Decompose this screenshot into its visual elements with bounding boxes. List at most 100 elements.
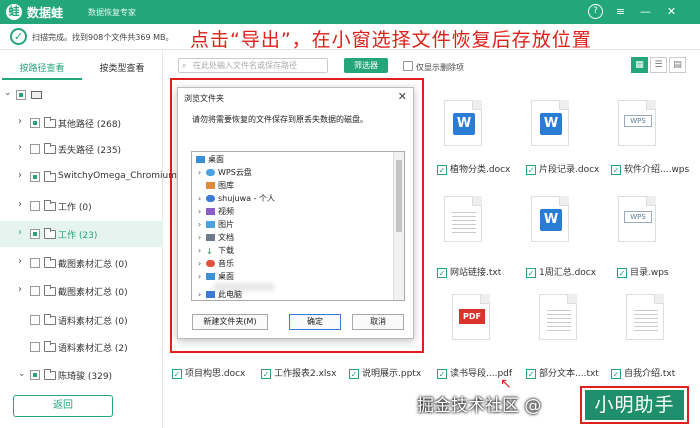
file-item[interactable]: ✓ 片段记录.docx (526, 162, 599, 175)
file-checkbox[interactable]: ✓ (437, 369, 447, 379)
item-checkbox[interactable] (30, 172, 40, 182)
close-icon[interactable]: ✕ (664, 4, 679, 19)
file-thumbnail[interactable]: W (531, 100, 569, 146)
chevron-right-icon[interactable]: › (18, 199, 22, 210)
back-button[interactable]: 返回 (13, 395, 113, 417)
file-item[interactable]: ✓ 植物分类.docx (437, 162, 510, 175)
file-item[interactable]: ✓ 网站链接.txt (437, 265, 501, 278)
tree-item-pictures[interactable]: › 图片 (198, 219, 234, 230)
file-checkbox[interactable]: ✓ (611, 369, 621, 379)
item-checkbox[interactable] (30, 370, 40, 380)
sidebar-item-corpus-2[interactable]: 语料素材汇总 (2) (0, 334, 163, 360)
file-checkbox[interactable]: ✓ (526, 165, 536, 175)
pdf-icon: PDF (459, 309, 485, 324)
detail-view-icon[interactable]: ▤ (669, 57, 686, 73)
file-item[interactable]: ✓ 软件介绍....wps (611, 162, 689, 175)
sidebar-item-switchyomega[interactable]: › SwitchyOmega_Chromium (0, 164, 177, 190)
file-checkbox[interactable]: ✓ (437, 165, 447, 175)
file-checkbox[interactable]: ✓ (437, 268, 447, 278)
file-checkbox[interactable]: ✓ (349, 369, 359, 379)
folder-tree[interactable]: 桌面 › WPS云盘 图库 › shujuwa - 个人 › 视频 › 图片 › 文档 ›… (191, 151, 405, 301)
tree-root-checkbox[interactable] (16, 90, 26, 100)
chevron-down-icon[interactable]: ⌄ (18, 369, 26, 379)
file-checkbox[interactable]: ✓ (261, 369, 271, 379)
tree-item-desktop-2[interactable]: › 桌面 (198, 271, 234, 282)
search-input[interactable]: ⌕ 在此处输入文件名或保存路径 (178, 58, 328, 73)
tree-item-documents[interactable]: › 文档 (198, 232, 234, 243)
sidebar-item-work-0[interactable]: › 工作 (0) (0, 193, 163, 219)
chevron-right-icon[interactable]: › (18, 256, 22, 267)
sidebar-item-screenshots-1[interactable]: › 截图素材汇总 (0) (0, 250, 163, 276)
chevron-right-icon[interactable]: › (18, 227, 22, 238)
chevron-right-icon[interactable]: › (18, 142, 22, 153)
tree-item-personal[interactable]: › shujuwa - 个人 (198, 193, 275, 204)
title-bar: 蛙 数据蛙 数据恢复专家 ? ≡ — ✕ (0, 0, 700, 24)
file-item[interactable]: ✓ 说明展示.pptx (349, 366, 421, 379)
file-item[interactable]: ✓ 1周汇总.docx (526, 265, 596, 278)
file-thumbnail[interactable] (444, 196, 482, 242)
tab-by-path[interactable]: 按路径查看 (2, 60, 82, 80)
file-item[interactable]: ✓ 项目构思.docx (172, 366, 245, 379)
new-folder-button[interactable]: 新建文件夹(M) (192, 314, 268, 330)
item-checkbox[interactable] (30, 258, 40, 268)
file-thumbnail[interactable]: WPS (618, 100, 656, 146)
file-item[interactable]: ✓ 自我介绍.txt (611, 366, 675, 379)
cancel-button[interactable]: 取消 (352, 314, 404, 330)
file-item[interactable]: ✓ 工作报表2.xlsx (261, 366, 336, 379)
search-icon: ⌕ (182, 61, 187, 70)
file-thumbnail[interactable]: W (531, 196, 569, 242)
sidebar-item-work-23[interactable]: › 工作 (23) (0, 221, 163, 247)
tree-item-gallery[interactable]: 图库 (198, 180, 234, 191)
chevron-right-icon[interactable]: › (18, 170, 22, 181)
item-checkbox[interactable] (30, 342, 40, 352)
item-checkbox[interactable] (30, 229, 40, 239)
scroll-thumb[interactable] (396, 160, 402, 232)
file-checkbox[interactable]: ✓ (611, 165, 621, 175)
dialog-close-icon[interactable]: ✕ (398, 90, 407, 103)
sidebar-item-lost-paths[interactable]: › 丢失路径 (235) (0, 136, 163, 162)
filter-button[interactable]: 筛选器 (344, 58, 388, 73)
ok-button[interactable]: 确定 (289, 314, 341, 330)
tree-item-videos[interactable]: › 视频 (198, 206, 234, 217)
minimize-icon[interactable]: — (638, 4, 653, 19)
file-thumbnail[interactable]: PDF (452, 294, 490, 340)
item-checkbox[interactable] (30, 118, 40, 128)
file-thumbnail[interactable] (626, 294, 664, 340)
chevron-down-icon[interactable]: ⌄ (4, 88, 12, 98)
sidebar-item-corpus-1[interactable]: 语料素材汇总 (0) (0, 307, 163, 333)
only-deleted-checkbox[interactable] (403, 61, 413, 71)
help-icon[interactable]: ? (588, 4, 603, 19)
file-checkbox[interactable]: ✓ (617, 268, 627, 278)
file-checkbox[interactable]: ✓ (526, 369, 536, 379)
item-checkbox[interactable] (30, 144, 40, 154)
chevron-right-icon[interactable]: › (18, 116, 22, 127)
sidebar-item-other-paths[interactable]: › 其他路径 (268) (0, 110, 163, 136)
file-thumbnail[interactable]: WPS (618, 196, 656, 242)
menu-icon[interactable]: ≡ (613, 4, 628, 19)
file-checkbox[interactable]: ✓ (172, 369, 182, 379)
tree-item-downloads[interactable]: › ↓ 下载 (198, 245, 234, 256)
sidebar-item-screenshots-2[interactable]: › 截图素材汇总 (0) (0, 278, 163, 304)
grid-view-icon[interactable]: ▦ (631, 57, 648, 73)
file-item[interactable]: ✓ 部分文本....txt (526, 366, 599, 379)
chevron-right-icon[interactable]: › (18, 284, 22, 295)
file-name: 说明展示.pptx (362, 369, 422, 379)
file-thumbnail[interactable]: W (444, 100, 482, 146)
tree-item-desktop[interactable]: 桌面 (196, 154, 224, 165)
tree-item-music[interactable]: › 音乐 (198, 258, 234, 269)
item-checkbox[interactable] (30, 286, 40, 296)
item-checkbox[interactable] (30, 315, 40, 325)
tree-item-wps-cloud[interactable]: › WPS云盘 (198, 167, 252, 178)
scrollbar[interactable] (393, 152, 404, 300)
sidebar-item-chenqijun[interactable]: ⌄ 陈琦骏 (329) (0, 362, 163, 388)
file-checkbox[interactable]: ✓ (526, 268, 536, 278)
file-item[interactable]: ✓ 目录.wps (617, 265, 669, 278)
item-checkbox[interactable] (30, 201, 40, 211)
tab-by-type[interactable]: 按类型查看 (82, 60, 162, 80)
file-thumbnail[interactable] (539, 294, 577, 340)
assistant-button[interactable]: 小明助手 (585, 390, 684, 420)
tree-item-this-pc[interactable]: › 此电脑 (198, 289, 242, 300)
sidebar-item-label: 语料素材汇总 (2) (58, 344, 128, 354)
only-deleted-toggle[interactable]: 仅显示删除项 (403, 60, 464, 73)
list-view-icon[interactable]: ☰ (650, 57, 667, 73)
